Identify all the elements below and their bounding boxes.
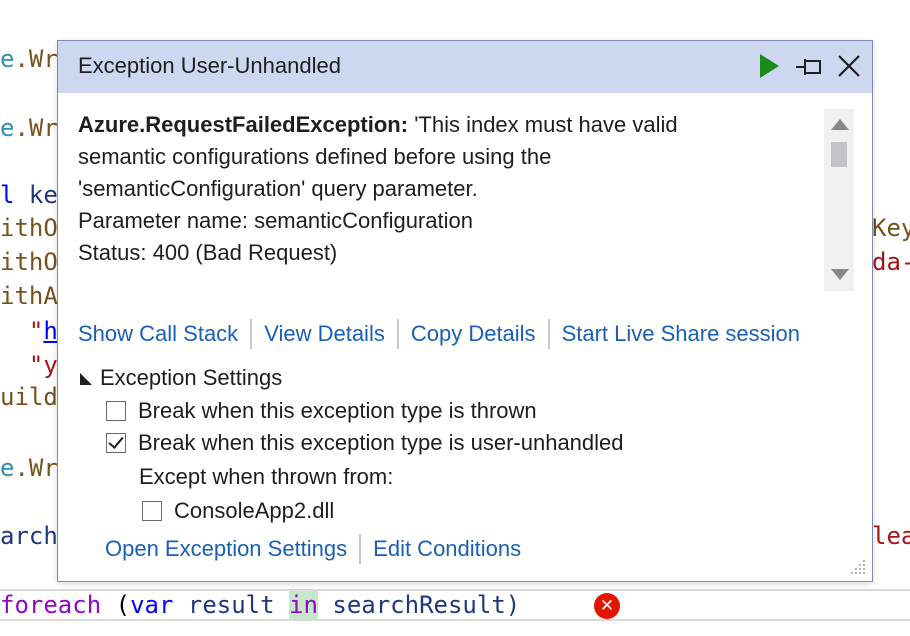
link-separator <box>547 319 550 349</box>
current-code-line: foreach (var result in searchResult) <box>0 591 521 619</box>
code-line: ithA <box>0 282 58 310</box>
break-unhandled-label: Break when this exception type is user-u… <box>138 430 624 455</box>
bottom-links: Open Exception Settings Edit Conditions <box>105 534 521 564</box>
link-separator <box>359 534 362 564</box>
code-line-tail: da- <box>872 248 910 276</box>
action-links: Show Call Stack View Details Copy Detail… <box>78 319 800 349</box>
edit-conditions-link[interactable]: Edit Conditions <box>373 534 521 564</box>
scroll-thumb[interactable] <box>831 142 847 167</box>
message-line: semantic configurations defined before u… <box>78 144 552 169</box>
break-unhandled-checkbox[interactable] <box>106 433 126 453</box>
exception-message: Azure.RequestFailedException: 'This inde… <box>78 109 823 291</box>
error-icon[interactable]: ✕ <box>594 593 620 619</box>
code-line: "h <box>28 317 58 345</box>
code-line: e.Wr <box>0 45 58 73</box>
message-line: Azure.RequestFailedException: 'This inde… <box>78 112 678 137</box>
module-row[interactable]: ConsoleApp2.dll <box>142 496 334 526</box>
break-thrown-row[interactable]: Break when this exception type is thrown <box>106 396 537 426</box>
exception-popup: Exception User-Unhandled Azure.RequestFa… <box>57 40 873 582</box>
show-call-stack-link[interactable]: Show Call Stack <box>78 319 238 349</box>
continue-play-icon[interactable] <box>754 51 784 81</box>
message-line: Status: 400 (Bad Request) <box>78 240 338 265</box>
scroll-up-icon[interactable] <box>831 119 849 130</box>
except-label-row: Except when thrown from: <box>139 462 393 492</box>
code-line: "y <box>28 351 58 379</box>
code-line: ithO <box>0 248 58 276</box>
copy-details-link[interactable]: Copy Details <box>411 319 536 349</box>
module-label: ConsoleApp2.dll <box>174 498 335 523</box>
break-thrown-checkbox[interactable] <box>106 401 126 421</box>
exception-settings-header[interactable]: Exception Settings <box>80 363 282 393</box>
code-line: ithO <box>0 214 58 242</box>
view-details-link[interactable]: View Details <box>264 319 385 349</box>
scroll-down-icon[interactable] <box>831 269 849 280</box>
code-line-tail: Key <box>872 214 910 242</box>
live-share-link[interactable]: Start Live Share session <box>562 319 800 349</box>
link-separator <box>250 319 253 349</box>
break-thrown-label: Break when this exception type is thrown <box>138 398 537 423</box>
resize-grip-icon[interactable] <box>850 559 866 575</box>
except-label: Except when thrown from: <box>139 464 394 489</box>
code-line-tail: lea <box>872 522 910 550</box>
popup-title: Exception User-Unhandled <box>78 53 341 78</box>
popup-titlebar: Exception User-Unhandled <box>58 41 872 93</box>
collapse-triangle-icon[interactable] <box>80 373 92 386</box>
code-line: uild <box>0 383 58 411</box>
pin-icon[interactable] <box>794 51 824 81</box>
open-exception-settings-link[interactable]: Open Exception Settings <box>105 534 347 564</box>
code-line: l ke <box>0 181 58 209</box>
break-unhandled-row[interactable]: Break when this exception type is user-u… <box>106 428 624 458</box>
code-line: arch <box>0 522 58 550</box>
exception-type: Azure.RequestFailedException: <box>78 112 409 137</box>
module-checkbox[interactable] <box>142 501 162 521</box>
link-separator <box>396 319 399 349</box>
code-line: e.Wr <box>0 454 58 482</box>
code-line: e.Wr <box>0 114 58 142</box>
message-line: 'semanticConfiguration' query parameter. <box>78 176 478 201</box>
close-icon[interactable] <box>834 51 864 81</box>
message-line: Parameter name: semanticConfiguration <box>78 208 473 233</box>
message-scrollbar[interactable] <box>824 109 854 291</box>
